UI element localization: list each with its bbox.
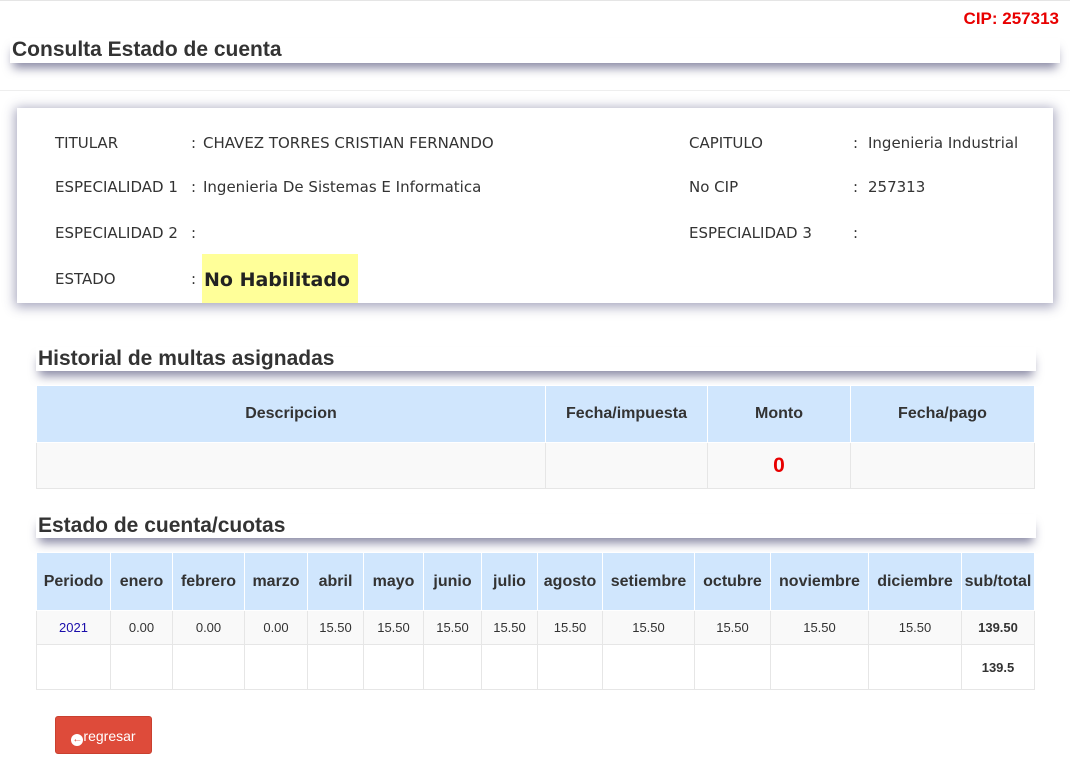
cuota-cell-enero: 0.00	[110, 610, 173, 645]
especialidad2-label: ESPECIALIDAD 2	[55, 224, 178, 242]
column-header-descripcion: Descripcion	[36, 385, 546, 443]
cuota-cell-noviembre: 15.50	[770, 610, 869, 645]
cuotas-table: Periodo enero febrero marzo abril mayo j…	[36, 552, 1035, 690]
empty-cell	[363, 644, 424, 690]
multa-fecha-impuesta-cell	[545, 442, 708, 489]
empty-cell	[868, 644, 962, 690]
empty-cell	[244, 644, 308, 690]
estado-colon: :	[191, 270, 197, 288]
capitulo-label: CAPITULO	[689, 134, 763, 152]
column-header-fecha-impuesta: Fecha/impuesta	[545, 385, 708, 443]
column-header-julio: julio	[481, 552, 538, 611]
cuota-cell-setiembre: 15.50	[602, 610, 695, 645]
column-header-agosto: agosto	[537, 552, 603, 611]
especialidad1-value: Ingenieria De Sistemas E Informatica	[203, 178, 482, 196]
column-header-diciembre: diciembre	[868, 552, 962, 611]
estado-value: No Habilitado	[202, 254, 358, 303]
regresar-button[interactable]: ←regresar	[55, 716, 152, 754]
multa-fecha-pago-cell	[850, 442, 1035, 489]
cuota-cell-febrero: 0.00	[172, 610, 245, 645]
nocip-colon: :	[853, 178, 859, 196]
column-header-subtotal: sub/total	[961, 552, 1035, 611]
table-header-row: Periodo enero febrero marzo abril mayo j…	[36, 552, 1035, 611]
page-title: Consulta Estado de cuenta	[10, 38, 1060, 63]
empty-cell	[110, 644, 173, 690]
cuota-cell-diciembre: 15.50	[868, 610, 962, 645]
cuota-cell-abril: 15.50	[307, 610, 364, 645]
capitulo-value: Ingenieria Industrial	[868, 134, 1019, 152]
cuota-cell-junio: 15.50	[423, 610, 482, 645]
cuota-cell-julio: 15.50	[481, 610, 538, 645]
cuota-cell-agosto: 15.50	[537, 610, 603, 645]
especialidad3-colon: :	[853, 224, 859, 242]
empty-cell	[172, 644, 245, 690]
arrow-circle-left-icon: ←	[71, 734, 84, 746]
nocip-value: 257313	[868, 178, 926, 196]
periodo-link[interactable]: 2021	[36, 610, 111, 645]
empty-cell	[423, 644, 482, 690]
empty-cell	[481, 644, 538, 690]
empty-cell	[537, 644, 603, 690]
estado-label: ESTADO	[55, 270, 116, 288]
column-header-febrero: febrero	[172, 552, 245, 611]
nocip-label: No CIP	[689, 178, 739, 196]
column-header-junio: junio	[423, 552, 482, 611]
multas-table: Descripcion Fecha/impuesta Monto Fecha/p…	[36, 385, 1035, 489]
header-separator	[0, 90, 1070, 91]
empty-cell	[602, 644, 695, 690]
titular-value: CHAVEZ TORRES CRISTIAN FERNANDO	[203, 134, 494, 152]
column-header-octubre: octubre	[694, 552, 771, 611]
empty-cell	[307, 644, 364, 690]
column-header-mayo: mayo	[363, 552, 424, 611]
grand-total-value: 139.5	[961, 644, 1035, 690]
especialidad3-label: ESPECIALIDAD 3	[689, 224, 812, 242]
empty-cell	[770, 644, 869, 690]
regresar-label: regresar	[83, 728, 136, 744]
cuota-cell-subtotal: 139.50	[961, 610, 1035, 645]
periodo-value[interactable]: 2021	[59, 620, 88, 635]
column-header-setiembre: setiembre	[602, 552, 695, 611]
multas-section-title: Historial de multas asignadas	[36, 347, 1036, 371]
cuota-cell-octubre: 15.50	[694, 610, 771, 645]
capitulo-colon: :	[853, 134, 859, 152]
cuota-cell-marzo: 0.00	[244, 610, 308, 645]
cip-badge: CIP: 257313	[963, 9, 1059, 28]
table-header-row: Descripcion Fecha/impuesta Monto Fecha/p…	[36, 385, 1035, 443]
especialidad1-label: ESPECIALIDAD 1	[55, 178, 178, 196]
column-header-noviembre: noviembre	[770, 552, 869, 611]
top-divider	[0, 0, 1070, 1]
column-header-periodo: Periodo	[36, 552, 111, 611]
especialidad2-colon: :	[191, 224, 197, 242]
table-row: 0	[36, 442, 1035, 489]
titular-colon: :	[191, 134, 197, 152]
column-header-abril: abril	[307, 552, 364, 611]
especialidad1-colon: :	[191, 178, 197, 196]
cuotas-section-title: Estado de cuenta/cuotas	[36, 514, 1036, 538]
account-info-card: TITULAR : CHAVEZ TORRES CRISTIAN FERNAND…	[17, 108, 1053, 303]
total-row: 139.5	[36, 644, 1035, 690]
titular-label: TITULAR	[55, 134, 119, 152]
column-header-marzo: marzo	[244, 552, 308, 611]
multa-monto-cell: 0	[707, 442, 851, 489]
column-header-fecha-pago: Fecha/pago	[850, 385, 1035, 443]
table-row: 2021 0.00 0.00 0.00 15.50 15.50 15.50 15…	[36, 610, 1035, 645]
cuota-cell-mayo: 15.50	[363, 610, 424, 645]
column-header-monto: Monto	[707, 385, 851, 443]
empty-cell	[36, 644, 111, 690]
empty-cell	[694, 644, 771, 690]
column-header-enero: enero	[110, 552, 173, 611]
multa-descripcion-cell	[36, 442, 546, 489]
